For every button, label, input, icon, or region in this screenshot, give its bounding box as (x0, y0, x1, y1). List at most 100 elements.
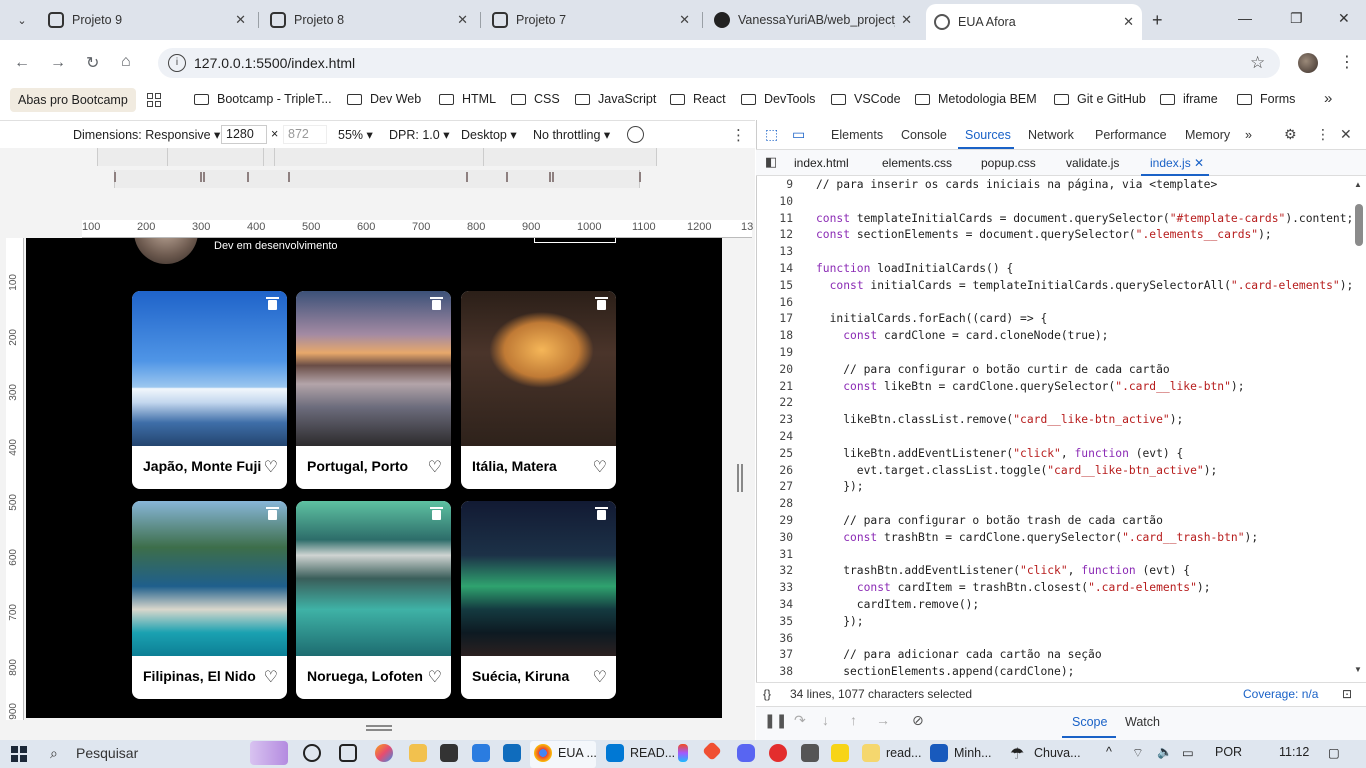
clock[interactable]: 11:12 (1279, 745, 1309, 759)
trash-icon[interactable] (430, 297, 443, 310)
taskbar-app-vscode[interactable]: READ... (606, 744, 675, 762)
devtools-menu-icon[interactable]: ⋮ (1316, 126, 1330, 143)
bookmark-folder[interactable]: React (670, 92, 726, 106)
tab-sources[interactable]: Sources (965, 128, 1011, 142)
dimensions-dropdown[interactable]: Dimensions: Responsive ▾ (73, 127, 220, 142)
line-number[interactable]: 12 (756, 228, 793, 241)
device-menu-icon[interactable]: ⋮ (731, 126, 746, 144)
new-tab-button[interactable]: + (1152, 10, 1163, 31)
file-tab-validate-js[interactable]: validate.js (1066, 156, 1119, 170)
close-tab-icon[interactable]: ✕ (1123, 14, 1134, 30)
battery-icon[interactable]: ▭ (1182, 745, 1194, 760)
line-number[interactable]: 26 (756, 464, 793, 477)
heart-icon[interactable]: ♡ (428, 457, 442, 477)
bookmark-folder[interactable]: Git e GitHub (1054, 92, 1146, 106)
file-tab-index-js[interactable]: index.js ✕ (1150, 156, 1204, 170)
media-query-bar[interactable] (274, 148, 484, 166)
bookmark-star-icon[interactable]: ☆ (1250, 53, 1265, 73)
line-number[interactable]: 21 (756, 380, 793, 393)
close-file-icon[interactable]: ✕ (1194, 156, 1204, 170)
step-over-icon[interactable]: ↷ (794, 712, 806, 729)
browser-menu-icon[interactable]: ⋮ (1339, 52, 1355, 72)
card-image[interactable] (461, 501, 616, 656)
bookmark-folder[interactable]: Dev Web (347, 92, 421, 106)
profile-avatar[interactable] (1298, 53, 1318, 73)
line-number[interactable]: 23 (756, 413, 793, 426)
card-image[interactable] (296, 501, 451, 656)
bookmark-folder[interactable]: VSCode (831, 92, 901, 106)
heart-icon[interactable]: ♡ (428, 667, 442, 687)
line-number[interactable]: 35 (756, 615, 793, 628)
line-number[interactable]: 15 (756, 279, 793, 292)
media-query-bar[interactable] (167, 148, 264, 166)
tab-console[interactable]: Console (901, 128, 947, 142)
apps-grid-icon[interactable] (147, 93, 161, 107)
trash-icon[interactable] (595, 507, 608, 520)
trash-icon[interactable] (266, 297, 279, 310)
git-icon[interactable] (702, 741, 725, 761)
heart-icon[interactable]: ♡ (593, 667, 607, 687)
device-mode-dropdown[interactable]: Desktop ▾ (461, 127, 517, 142)
viewport-bottom-resize-handle[interactable] (366, 725, 392, 731)
file-explorer-icon[interactable] (409, 744, 433, 762)
expand-icon[interactable]: ⊡ (1342, 687, 1352, 701)
more-tabs-icon[interactable]: » (1245, 128, 1252, 142)
tab-elements[interactable]: Elements (831, 128, 883, 142)
line-number[interactable]: 28 (756, 497, 793, 510)
line-number[interactable]: 25 (756, 447, 793, 460)
close-tab-icon[interactable]: ✕ (679, 12, 690, 28)
line-number[interactable]: 32 (756, 564, 793, 577)
task-view-icon[interactable] (303, 744, 327, 762)
line-number[interactable]: 29 (756, 514, 793, 527)
file-tab-popup-css[interactable]: popup.css (981, 156, 1036, 170)
taskbar-app-word[interactable]: Minh... (930, 744, 992, 762)
trash-icon[interactable] (430, 507, 443, 520)
bookmark-folder[interactable]: Bootcamp - TripleT... (194, 92, 332, 106)
line-number[interactable]: 19 (756, 346, 793, 359)
line-number[interactable]: 36 (756, 632, 793, 645)
outlook-icon[interactable] (503, 744, 527, 762)
browser-tab[interactable]: Projeto 7 ✕ (484, 6, 698, 34)
line-number[interactable]: 30 (756, 531, 793, 544)
media-query-bar[interactable] (114, 170, 640, 188)
navigator-toggle-icon[interactable]: ◧ (765, 154, 777, 170)
pause-icon[interactable]: ❚❚ (764, 712, 787, 729)
close-tab-icon[interactable]: ✕ (235, 12, 246, 28)
trash-icon[interactable] (266, 507, 279, 520)
bookmark-folder[interactable]: DevTools (741, 92, 815, 106)
editor-scrollbar[interactable] (1353, 178, 1363, 682)
viewport-resize-handle[interactable] (737, 464, 743, 492)
weather-widget[interactable]: ☂ Chuva... (1010, 744, 1081, 763)
line-number[interactable]: 27 (756, 480, 793, 493)
restore-icon[interactable]: ❐ (1290, 10, 1303, 27)
close-tab-icon[interactable]: ✕ (901, 12, 912, 28)
step-out-icon[interactable]: ↑ (850, 712, 857, 728)
network-icon[interactable]: ⌔ (1132, 745, 1144, 761)
tab-network[interactable]: Network (1028, 128, 1074, 142)
copilot-icon[interactable] (375, 744, 399, 762)
url-text[interactable]: 127.0.0.1:5500/index.html (194, 55, 355, 71)
line-number[interactable]: 20 (756, 363, 793, 376)
tray-chevron-icon[interactable]: ^ (1106, 745, 1112, 759)
home-icon[interactable]: ⌂ (121, 53, 131, 71)
trash-icon[interactable] (595, 297, 608, 310)
heart-icon[interactable]: ♡ (264, 667, 278, 687)
tab-watch[interactable]: Watch (1125, 715, 1160, 729)
bookmark-folder[interactable]: HTML (439, 92, 496, 106)
throttling-dropdown[interactable]: No throttling ▾ (533, 127, 610, 142)
editor-scroll-thumb[interactable] (1355, 204, 1363, 246)
settings-gear-icon[interactable]: ⚙ (1284, 126, 1297, 143)
zoom-dropdown[interactable]: 55% ▾ (338, 127, 373, 142)
dpr-dropdown[interactable]: DPR: 1.0 ▾ (389, 127, 449, 142)
heart-icon[interactable]: ♡ (593, 457, 607, 477)
bookmark-abas-pro-bootcamp[interactable]: Abas pro Bootcamp (10, 88, 136, 112)
browser-tab[interactable]: Projeto 9 ✕ (40, 6, 254, 34)
app-icon[interactable] (472, 744, 496, 762)
sticky-notes-icon[interactable] (831, 744, 855, 762)
line-number[interactable]: 34 (756, 598, 793, 611)
scroll-down-icon[interactable]: ▼ (1354, 665, 1362, 674)
bookmark-folder[interactable]: Metodologia BEM (915, 92, 1037, 106)
close-devtools-icon[interactable]: ✕ (1340, 126, 1352, 143)
line-number[interactable]: 33 (756, 581, 793, 594)
line-number[interactable]: 10 (756, 195, 793, 208)
